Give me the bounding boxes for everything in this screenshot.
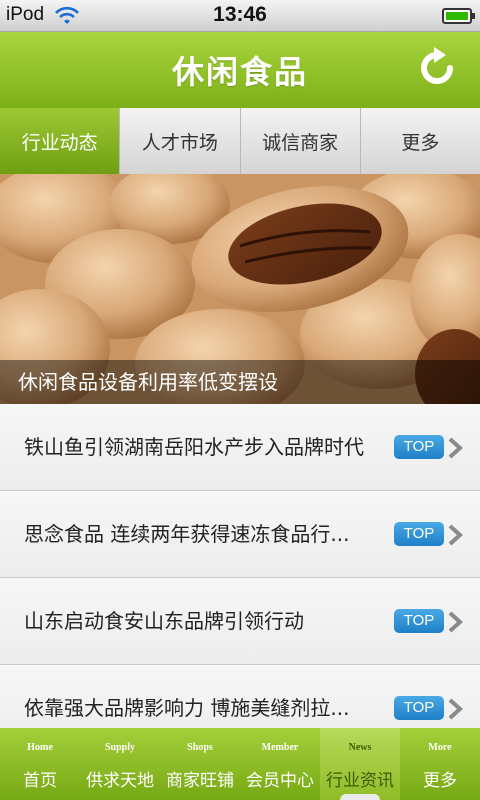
nav-supply[interactable]: Supply 供求天地 xyxy=(80,728,160,800)
nav-cn-label: 供求天地 xyxy=(86,771,154,791)
nav-cn-label: 行业资讯 xyxy=(326,771,394,791)
nav-en-label: More xyxy=(428,742,452,753)
category-tabs: 行业动态 人才市场 诚信商家 更多 xyxy=(0,108,480,174)
chevron-right-icon xyxy=(448,611,463,633)
nav-news[interactable]: News 行业资讯 xyxy=(320,728,400,800)
status-bar: iPod 13:46 xyxy=(0,0,480,32)
nav-en-label: News xyxy=(348,742,372,753)
list-item[interactable]: 铁山鱼引领湖南岳阳水产步入品牌时代 TOP xyxy=(0,404,480,491)
nav-more[interactable]: More 更多 xyxy=(400,728,480,800)
featured-banner[interactable]: 休闲食品设备利用率低变摆设 xyxy=(0,174,480,404)
nav-cn-label: 会员中心 xyxy=(246,771,314,791)
nav-en-label: Shops xyxy=(187,742,213,753)
nav-shops[interactable]: Shops 商家旺铺 xyxy=(160,728,240,800)
nav-cn-label: 首页 xyxy=(23,771,57,791)
top-badge: TOP xyxy=(394,696,444,720)
battery-icon xyxy=(442,8,475,24)
nav-home[interactable]: Home 首页 xyxy=(0,728,80,800)
news-title: 依靠强大品牌影响力 博施美缝剂拉... xyxy=(24,696,350,720)
app-header: 休闲食品 xyxy=(0,32,480,108)
tab-more[interactable]: 更多 xyxy=(360,108,480,174)
nav-cn-label: 商家旺铺 xyxy=(166,771,234,791)
top-badge: TOP xyxy=(394,435,444,459)
chevron-right-icon xyxy=(448,524,463,546)
list-item[interactable]: 思念食品 连续两年获得速冻食品行... TOP xyxy=(0,491,480,578)
tab-industry-news[interactable]: 行业动态 xyxy=(0,108,121,174)
list-item[interactable]: 山东启动食安山东品牌引领行动 TOP xyxy=(0,578,480,665)
chevron-right-icon xyxy=(448,437,463,459)
nav-en-label: Supply xyxy=(104,742,136,753)
bottom-nav: Home 首页 Supply 供求天地 Shops 商家旺铺 Member 会员… xyxy=(0,728,480,800)
top-badge: TOP xyxy=(394,522,444,546)
nav-en-label: Home xyxy=(27,742,53,753)
list-item[interactable]: 依靠强大品牌影响力 博施美缝剂拉... TOP xyxy=(0,665,480,728)
nav-member[interactable]: Member 会员中心 xyxy=(240,728,320,800)
clock: 13:46 xyxy=(213,3,267,26)
news-title: 山东启动食安山东品牌引领行动 xyxy=(24,609,304,633)
banner-caption: 休闲食品设备利用率低变摆设 xyxy=(0,360,480,404)
chevron-right-icon xyxy=(448,698,463,720)
nav-en-label: Member xyxy=(261,742,299,753)
news-title: 思念食品 连续两年获得速冻食品行... xyxy=(24,522,350,546)
nav-cn-label: 更多 xyxy=(423,771,457,791)
tab-talent-market[interactable]: 人才市场 xyxy=(120,108,241,174)
page-title: 休闲食品 xyxy=(171,53,308,91)
news-list: 铁山鱼引领湖南岳阳水产步入品牌时代 TOP 思念食品 连续两年获得速冻食品行..… xyxy=(0,404,480,728)
top-badge: TOP xyxy=(394,609,444,633)
news-title: 铁山鱼引领湖南岳阳水产步入品牌时代 xyxy=(24,435,364,459)
refresh-icon[interactable] xyxy=(416,46,460,94)
tab-trusted-merchants[interactable]: 诚信商家 xyxy=(240,108,361,174)
